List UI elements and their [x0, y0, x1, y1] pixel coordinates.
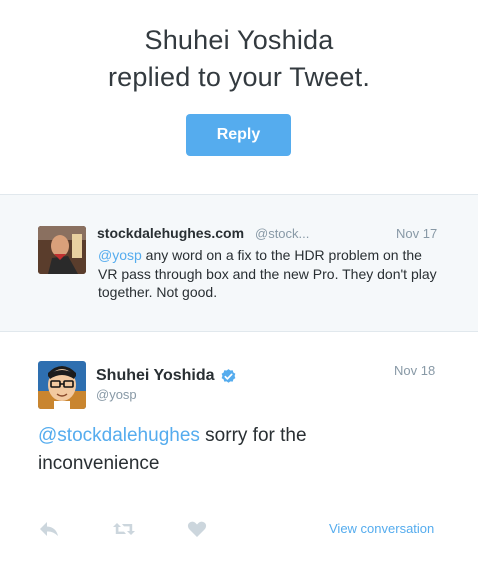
- notification-title-line1: Shuhei Yoshida: [144, 25, 334, 55]
- quoted-tweet-text: @yosp any word on a fix to the HDR probl…: [98, 246, 438, 302]
- reply-icon[interactable]: [38, 519, 60, 539]
- notification-title: Shuhei Yoshida replied to your Tweet.: [0, 22, 478, 96]
- heart-icon[interactable]: [186, 519, 208, 539]
- view-conversation-link[interactable]: View conversation: [329, 521, 434, 536]
- reply-author-avatar[interactable]: [38, 361, 86, 409]
- quoted-tweet-date[interactable]: Nov 17: [396, 226, 437, 241]
- quoted-author-avatar[interactable]: [38, 226, 86, 274]
- notification-title-line2: replied to your Tweet.: [107, 62, 371, 92]
- reply-tweet-text: @stockdalehughes sorry for the inconveni…: [38, 422, 398, 478]
- reply-author-name[interactable]: Shuhei Yoshida: [96, 367, 215, 385]
- verified-badge-icon: [221, 369, 236, 383]
- divider: [0, 331, 478, 332]
- reply-mention-link[interactable]: @stockdalehughes: [38, 425, 200, 446]
- quoted-author-name[interactable]: stockdalehughes.com: [97, 225, 244, 241]
- reply-tweet-date[interactable]: Nov 18: [394, 363, 435, 378]
- quoted-author-handle[interactable]: @stock...: [255, 226, 309, 241]
- quoted-mention-link[interactable]: @yosp: [98, 247, 142, 263]
- retweet-icon[interactable]: [112, 519, 136, 539]
- quoted-tweet-body: any word on a fix to the HDR problem on …: [98, 247, 437, 300]
- notification-header: Shuhei Yoshida replied to your Tweet. Re…: [0, 0, 478, 194]
- reply-author-handle[interactable]: @yosp: [96, 387, 137, 402]
- reply-button[interactable]: Reply: [186, 114, 291, 156]
